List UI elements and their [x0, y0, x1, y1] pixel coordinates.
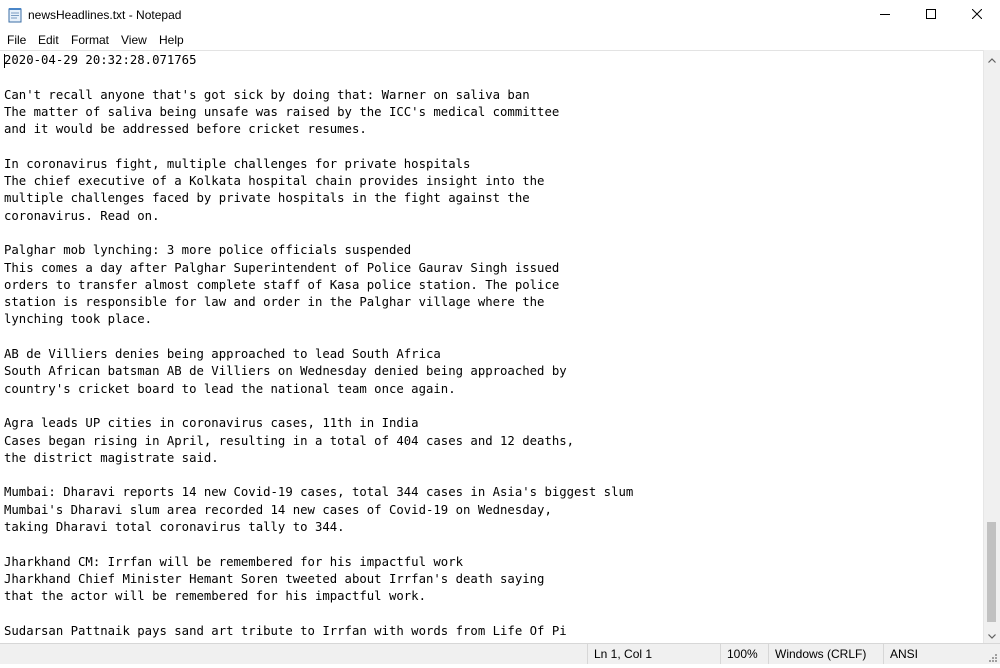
minimize-button[interactable]: [862, 0, 908, 30]
text-caret: [4, 54, 5, 68]
window-title: newsHeadlines.txt - Notepad: [28, 8, 182, 22]
chevron-up-icon: [988, 50, 996, 68]
menu-edit[interactable]: Edit: [38, 33, 59, 47]
resize-grip-icon[interactable]: [986, 650, 998, 662]
text-editor[interactable]: 2020-04-29 20:32:28.071765 Can't recall …: [0, 50, 983, 644]
vertical-scrollbar[interactable]: [983, 50, 1000, 643]
menu-format[interactable]: Format: [71, 33, 109, 47]
menu-help[interactable]: Help: [159, 33, 184, 47]
maximize-icon: [926, 6, 936, 24]
notepad-icon: [8, 7, 22, 23]
status-encoding: ANSI: [883, 644, 983, 664]
menu-bar: File Edit Format View Help: [0, 30, 1000, 50]
menu-view[interactable]: View: [121, 33, 147, 47]
minimize-icon: [880, 6, 890, 24]
maximize-button[interactable]: [908, 0, 954, 30]
document-text[interactable]: 2020-04-29 20:32:28.071765 Can't recall …: [4, 52, 633, 640]
chevron-down-icon: [988, 626, 996, 644]
status-zoom: 100%: [720, 644, 768, 664]
menu-file[interactable]: File: [7, 33, 26, 47]
scroll-down-button[interactable]: [984, 626, 1000, 643]
title-bar[interactable]: newsHeadlines.txt - Notepad: [0, 0, 1000, 30]
close-button[interactable]: [954, 0, 1000, 30]
scroll-up-button[interactable]: [984, 50, 1000, 67]
status-line-ending: Windows (CRLF): [768, 644, 883, 664]
close-icon: [971, 6, 983, 24]
scroll-thumb[interactable]: [987, 522, 996, 622]
status-cursor-position: Ln 1, Col 1: [587, 644, 720, 664]
status-bar: Ln 1, Col 1 100% Windows (CRLF) ANSI: [0, 643, 1000, 664]
